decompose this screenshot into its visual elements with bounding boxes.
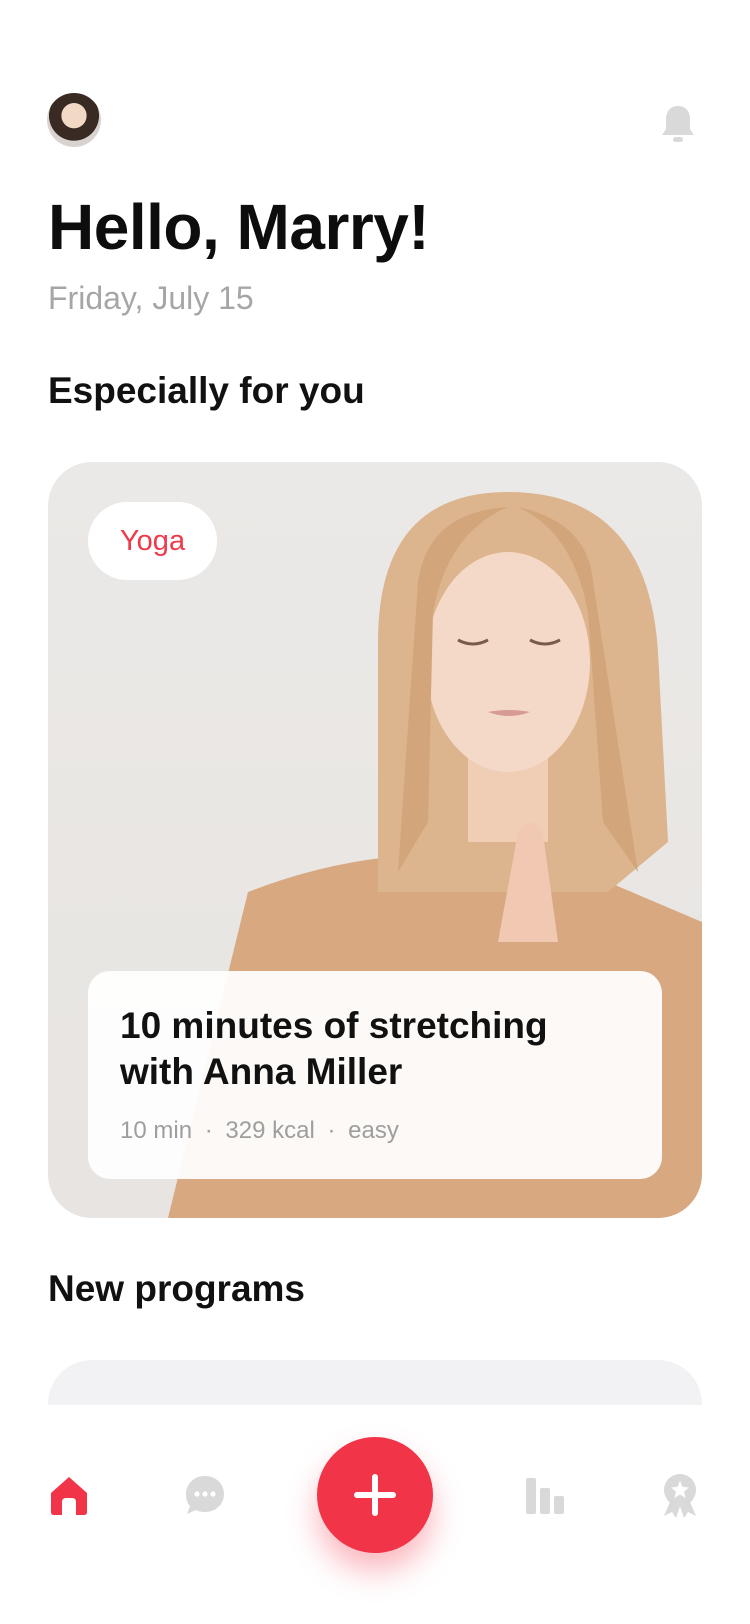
difficulty-label: easy <box>348 1117 399 1144</box>
category-tag-yoga[interactable]: Yoga <box>88 502 218 580</box>
add-button[interactable] <box>317 1437 433 1553</box>
award-icon[interactable] <box>660 1472 700 1518</box>
date-label: Friday, July 15 <box>48 280 254 316</box>
home-icon[interactable] <box>48 1474 90 1516</box>
workout-title-line1: 10 minutes of stretching <box>120 1005 548 1046</box>
stats-icon[interactable] <box>524 1476 566 1516</box>
plus-icon <box>354 1474 396 1516</box>
workout-title-line2: with Anna Miller <box>120 1051 403 1092</box>
workout-title: 10 minutes of stretching with Anna Mille… <box>120 1003 630 1095</box>
bell-icon[interactable] <box>660 104 696 144</box>
meta-separator: · <box>204 1117 213 1144</box>
workout-info-panel: 10 minutes of stretching with Anna Mille… <box>88 971 662 1179</box>
calories-label: 329 kcal <box>225 1117 315 1144</box>
user-avatar[interactable] <box>47 93 101 147</box>
section-title-new-programs: New programs <box>48 1268 306 1309</box>
chat-icon[interactable] <box>184 1474 226 1516</box>
section-title-especially: Especially for you <box>48 370 365 411</box>
duration-label: 10 min <box>120 1117 193 1144</box>
meta-separator: · <box>327 1117 336 1144</box>
featured-workout-card[interactable]: Yoga 10 minutes of stretching with Anna … <box>48 462 702 1218</box>
workout-meta: 10 min · 329 kcal · easy <box>120 1117 630 1145</box>
greeting-title: Hello, Marry! <box>48 191 430 263</box>
